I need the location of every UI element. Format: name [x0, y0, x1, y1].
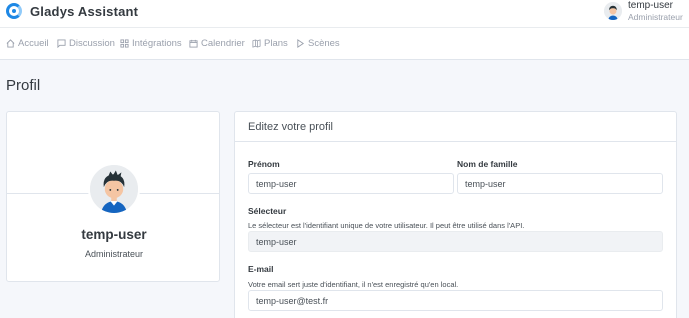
profile-role: Administrateur: [84, 249, 144, 259]
nav-label-discussion: Discussion: [69, 38, 115, 49]
grid-icon: [120, 39, 129, 48]
email-label: E-mail: [248, 264, 274, 274]
firstname-input[interactable]: [248, 173, 454, 194]
nav-item-calendrier[interactable]: Calendrier: [189, 38, 245, 49]
message-square-icon: [57, 39, 66, 48]
nav-label-scenes: Scènes: [308, 38, 340, 49]
email-input[interactable]: [248, 290, 663, 311]
gladys-logo-icon: [6, 3, 22, 19]
nav-label-plans: Plans: [264, 38, 288, 49]
edit-profile-card: Editez votre profil Prénom Nom de famill…: [234, 111, 677, 318]
nav-item-scenes[interactable]: Scènes: [296, 38, 340, 49]
map-icon: [252, 39, 261, 48]
nav-item-accueil[interactable]: Accueil: [6, 38, 49, 49]
lastname-input[interactable]: [457, 173, 663, 194]
user-name: temp-user: [628, 0, 674, 11]
main-nav: Accueil Discussion Intégrations Calendri…: [0, 27, 689, 60]
email-hint: Votre email sert juste d'identifiant, il…: [248, 280, 459, 289]
profile-name: temp-user: [81, 227, 147, 242]
nav-item-integrations[interactable]: Intégrations: [120, 38, 182, 49]
top-header: Gladys Assistant temp-user Administrateu…: [0, 0, 689, 27]
selector-input[interactable]: [248, 231, 663, 252]
selector-label: Sélecteur: [248, 206, 287, 216]
nav-label-calendrier: Calendrier: [201, 38, 245, 49]
firstname-label: Prénom: [248, 159, 280, 169]
profile-avatar: [88, 163, 140, 215]
nav-label-accueil: Accueil: [18, 38, 49, 49]
calendar-icon: [189, 39, 198, 48]
edit-profile-title: Editez votre profil: [235, 112, 676, 142]
user-role: Administrateur: [628, 12, 683, 22]
lastname-label: Nom de famille: [457, 159, 518, 169]
user-avatar-icon: [90, 165, 138, 213]
play-icon: [297, 39, 305, 48]
page-title: Profil: [6, 77, 41, 94]
nav-label-integrations: Intégrations: [132, 38, 182, 49]
home-icon: [6, 39, 15, 48]
selector-hint: Le sélecteur est l'identifiant unique de…: [248, 221, 525, 230]
nav-item-discussion[interactable]: Discussion: [57, 38, 115, 49]
user-avatar-icon: [604, 2, 622, 20]
brand-link[interactable]: Gladys Assistant: [6, 3, 138, 19]
profile-card: temp-user Administrateur: [6, 111, 220, 282]
user-menu[interactable]: temp-user Administrateur: [604, 0, 683, 27]
nav-item-plans[interactable]: Plans: [252, 38, 288, 49]
brand-name: Gladys Assistant: [30, 3, 139, 19]
